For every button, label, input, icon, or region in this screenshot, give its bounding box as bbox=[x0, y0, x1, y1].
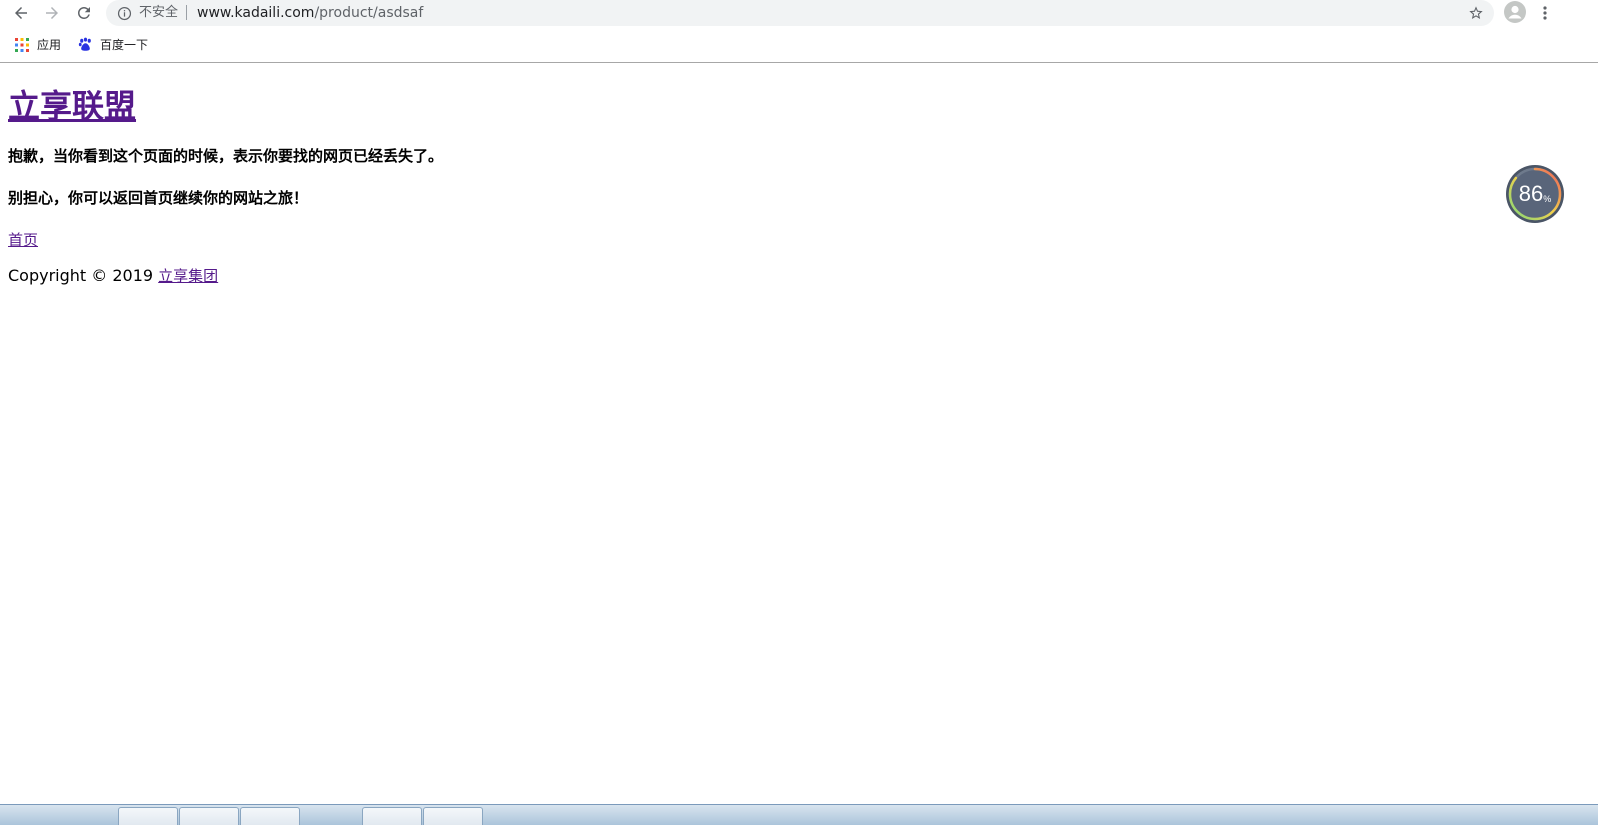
page-content: 立享联盟 抱歉，当你看到这个页面的时候，表示你要找的网页已经丢失了。 别担心，你… bbox=[8, 82, 443, 285]
back-button[interactable] bbox=[11, 3, 31, 23]
taskbar-item[interactable] bbox=[118, 807, 178, 825]
site-title-link[interactable]: 立享联盟 bbox=[8, 82, 136, 130]
taskbar-item[interactable] bbox=[362, 807, 422, 825]
url-host: www.kadaili.com bbox=[197, 5, 315, 21]
copyright-prefix: Copyright © 2019 bbox=[8, 266, 159, 285]
info-icon[interactable] bbox=[116, 5, 132, 21]
bookmark-star-button[interactable] bbox=[1466, 3, 1486, 23]
baidu-paw-icon bbox=[77, 37, 93, 53]
url-text[interactable]: www.kadaili.com/product/asdsaf bbox=[197, 4, 423, 22]
reload-icon bbox=[78, 6, 90, 19]
url-path: /product/asdsaf bbox=[314, 5, 424, 21]
speed-unit: % bbox=[1543, 194, 1552, 204]
more-vert-icon bbox=[1543, 6, 1547, 20]
profile-button[interactable] bbox=[1504, 1, 1526, 23]
error-message: 抱歉，当你看到这个页面的时候，表示你要找的网页已经丢失了。 bbox=[8, 147, 444, 165]
os-taskbar bbox=[0, 804, 1598, 825]
arrow-left-icon bbox=[15, 7, 27, 19]
star-icon bbox=[1469, 6, 1483, 19]
taskbar-item[interactable] bbox=[240, 807, 300, 825]
company-link[interactable]: 立享集团 bbox=[158, 267, 218, 285]
address-separator bbox=[186, 5, 187, 20]
browser-menu-button[interactable] bbox=[1538, 3, 1552, 23]
speed-widget[interactable]: 86% bbox=[1505, 164, 1565, 224]
bookmark-apps[interactable]: 应用 bbox=[14, 36, 61, 53]
bookmark-baidu[interactable]: 百度一下 bbox=[77, 36, 148, 53]
apps-grid-icon bbox=[14, 37, 30, 53]
account-icon bbox=[1504, 1, 1526, 23]
chrome-divider bbox=[0, 62, 1598, 63]
security-label: 不安全 bbox=[139, 5, 179, 20]
address-bar[interactable]: 不安全 www.kadaili.com/product/asdsaf bbox=[106, 0, 1494, 26]
bookmarks-bar: 应用 百度一下 bbox=[0, 30, 1598, 58]
home-link[interactable]: 首页 bbox=[8, 230, 38, 250]
copyright-text: Copyright © 2019 立享集团 bbox=[8, 266, 218, 286]
reassurance-message: 别担心，你可以返回首页继续你的网站之旅！ bbox=[8, 189, 309, 207]
bookmark-label: 应用 bbox=[37, 38, 62, 52]
speed-value: 86 bbox=[1518, 181, 1544, 206]
taskbar-item[interactable] bbox=[179, 807, 239, 825]
forward-button[interactable] bbox=[42, 3, 62, 23]
reload-button[interactable] bbox=[74, 3, 94, 23]
taskbar-item[interactable] bbox=[423, 807, 483, 825]
browser-toolbar: 不安全 www.kadaili.com/product/asdsaf bbox=[0, 0, 1598, 26]
bookmark-label: 百度一下 bbox=[100, 38, 149, 52]
arrow-right-icon bbox=[46, 7, 58, 19]
speed-readout: 86% bbox=[1505, 164, 1565, 224]
